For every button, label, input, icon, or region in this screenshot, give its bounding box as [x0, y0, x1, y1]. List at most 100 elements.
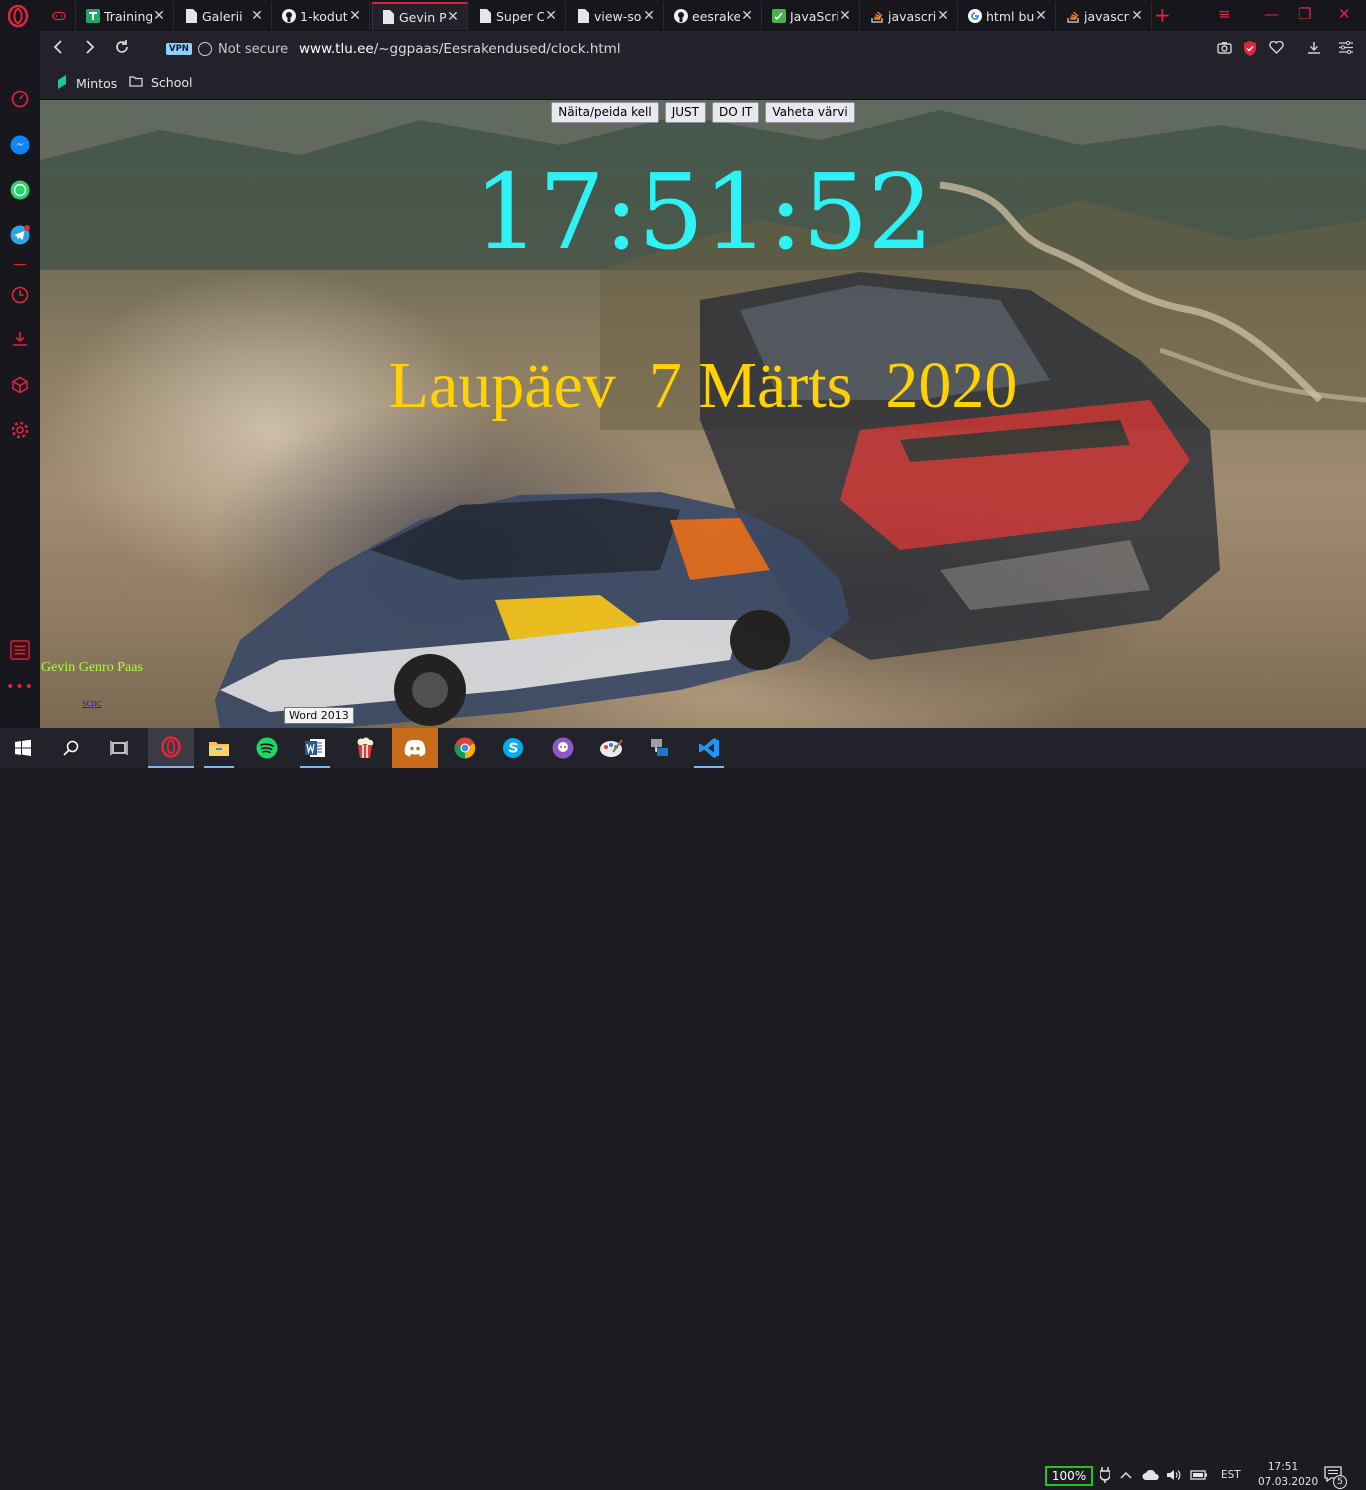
just-button[interactable]: JUST	[664, 102, 707, 123]
close-icon[interactable]: ✕	[740, 8, 754, 24]
scpc-link[interactable]: scpc	[82, 697, 102, 709]
opera-sidebar: •••	[0, 31, 40, 728]
more-icon[interactable]: •••	[6, 677, 33, 697]
snapshot-icon[interactable]	[1216, 41, 1232, 57]
chrome-icon[interactable]	[442, 728, 488, 768]
start-button[interactable]	[0, 728, 46, 768]
forward-button[interactable]	[80, 39, 100, 59]
whatsapp-icon[interactable]	[10, 180, 30, 200]
address-bar: VPN Not secure www.tlu.ee/~ggpaas/Eesrak…	[40, 31, 1366, 69]
close-icon[interactable]: ✕	[936, 8, 950, 24]
minimize-button[interactable]: —	[1264, 5, 1279, 23]
discord-icon[interactable]	[392, 728, 438, 768]
extensions-icon[interactable]	[10, 375, 30, 395]
easy-setup-icon[interactable]	[1338, 40, 1354, 57]
battery-indicator[interactable]: 100%	[1045, 1466, 1093, 1486]
maximize-button[interactable]: ❐	[1298, 5, 1311, 23]
page-viewport: Näita/peida kell JUST DO IT Vaheta värvi 17…	[40, 100, 1366, 728]
folder-icon	[129, 75, 143, 90]
downloads-icon[interactable]	[10, 329, 30, 349]
tab-label: eesraken	[692, 8, 740, 24]
github-icon	[674, 9, 688, 23]
volume-icon[interactable]	[1166, 1467, 1182, 1487]
tab-menu-icon[interactable]: ≡	[1218, 5, 1231, 23]
tab-super[interactable]: Super C ✕	[470, 2, 566, 30]
tab-label: JavaScri	[790, 8, 838, 24]
skype-icon[interactable]	[490, 728, 536, 768]
reload-button[interactable]	[112, 39, 132, 59]
close-icon[interactable]: ✕	[642, 8, 656, 24]
spotify-icon[interactable]	[244, 728, 290, 768]
clock-datetime[interactable]: 17:51 07.03.2020	[1258, 1460, 1318, 1490]
tab-training[interactable]: Training ✕	[78, 2, 174, 30]
network-battery-icon[interactable]	[1190, 1467, 1208, 1487]
download-icon[interactable]	[1306, 41, 1322, 57]
do-it-button[interactable]: DO IT	[712, 102, 760, 123]
file-explorer-icon[interactable]	[196, 728, 242, 768]
url-host: www.tlu.ee	[299, 41, 374, 57]
gamepad-icon	[52, 9, 66, 23]
tab-javascript-2[interactable]: javascrip ✕	[862, 2, 958, 30]
close-icon[interactable]: ✕	[446, 9, 460, 25]
opera-menu-icon[interactable]	[6, 4, 30, 28]
history-icon[interactable]	[10, 285, 30, 305]
heart-icon[interactable]	[1268, 40, 1284, 57]
tab-eesrakendused[interactable]: eesraken ✕	[666, 2, 762, 30]
vscode-icon[interactable]	[686, 728, 732, 768]
close-icon[interactable]: ✕	[250, 8, 264, 24]
tab-view-source[interactable]: view-so ✕	[568, 2, 664, 30]
network-tool-icon[interactable]	[636, 728, 682, 768]
speed-dial-icon[interactable]	[10, 89, 30, 109]
messenger-icon[interactable]	[10, 135, 30, 155]
workspaces-icon[interactable]	[10, 640, 30, 660]
tab-javascript-3[interactable]: javascrip ✕	[1058, 2, 1152, 30]
bookmark-mintos[interactable]: Mintos	[56, 75, 117, 92]
vpn-badge[interactable]: VPN	[166, 43, 192, 55]
google-icon	[968, 9, 982, 23]
opera-taskbar-icon[interactable]	[148, 728, 194, 768]
close-icon[interactable]: ✕	[1034, 8, 1048, 24]
windows-taskbar: 100% EST 17:51 07.03.2020 5	[0, 728, 1366, 1489]
close-icon[interactable]: ✕	[838, 8, 852, 24]
bookmark-school[interactable]: School	[129, 75, 193, 90]
tab-galerii[interactable]: Galerii ✕	[176, 2, 272, 30]
popcorn-time-icon[interactable]	[342, 728, 388, 768]
url-path: /~ggpaas/Eesrakendused/clock.html	[373, 41, 621, 57]
security-status[interactable]: Not secure	[218, 42, 288, 57]
input-language[interactable]: EST	[1221, 1469, 1241, 1481]
github-desktop-icon[interactable]	[540, 728, 586, 768]
tab-kodutoo[interactable]: 1-kodut ✕	[274, 2, 370, 30]
close-icon[interactable]: ✕	[1130, 8, 1144, 24]
tab-label: javascrip	[888, 8, 936, 24]
back-button[interactable]	[48, 39, 68, 59]
tab-gamepad[interactable]	[44, 2, 76, 30]
change-color-button[interactable]: Vaheta värvi	[765, 102, 855, 123]
chevron-up-icon[interactable]	[1120, 1467, 1132, 1487]
task-view-icon[interactable]	[96, 728, 142, 768]
search-icon[interactable]	[48, 728, 94, 768]
toggle-clock-button[interactable]: Näita/peida kell	[551, 102, 659, 123]
taskbar-time: 17:51	[1267, 1461, 1299, 1473]
adblock-shield-icon[interactable]	[1242, 41, 1258, 57]
close-icon[interactable]: ✕	[544, 8, 558, 24]
globe-icon[interactable]	[198, 42, 212, 56]
tab-html-button[interactable]: html bu ✕	[960, 2, 1056, 30]
tab-gevin-active[interactable]: Gevin Pa ✕	[372, 2, 468, 30]
close-window-button[interactable]: ✕	[1338, 5, 1351, 23]
power-plug-icon[interactable]	[1099, 1467, 1111, 1487]
github-icon	[282, 9, 296, 23]
new-tab-button[interactable]: +	[1154, 4, 1171, 26]
paint-icon[interactable]	[588, 728, 634, 768]
close-icon[interactable]: ✕	[152, 8, 166, 24]
close-icon[interactable]: ✕	[348, 8, 362, 24]
word-icon[interactable]	[292, 728, 338, 768]
stackoverflow-icon	[1066, 9, 1080, 23]
tab-javascript-1[interactable]: JavaScri ✕	[764, 2, 860, 30]
tab-label: Galerii	[202, 8, 243, 24]
settings-gear-icon[interactable]	[10, 420, 30, 440]
bookmark-label: Mintos	[76, 76, 118, 91]
url-field[interactable]: www.tlu.ee/~ggpaas/Eesrakendused/clock.h…	[299, 41, 621, 57]
tab-label: html bu	[986, 8, 1034, 24]
cloud-icon[interactable]	[1142, 1467, 1160, 1487]
telegram-icon[interactable]	[10, 225, 30, 245]
